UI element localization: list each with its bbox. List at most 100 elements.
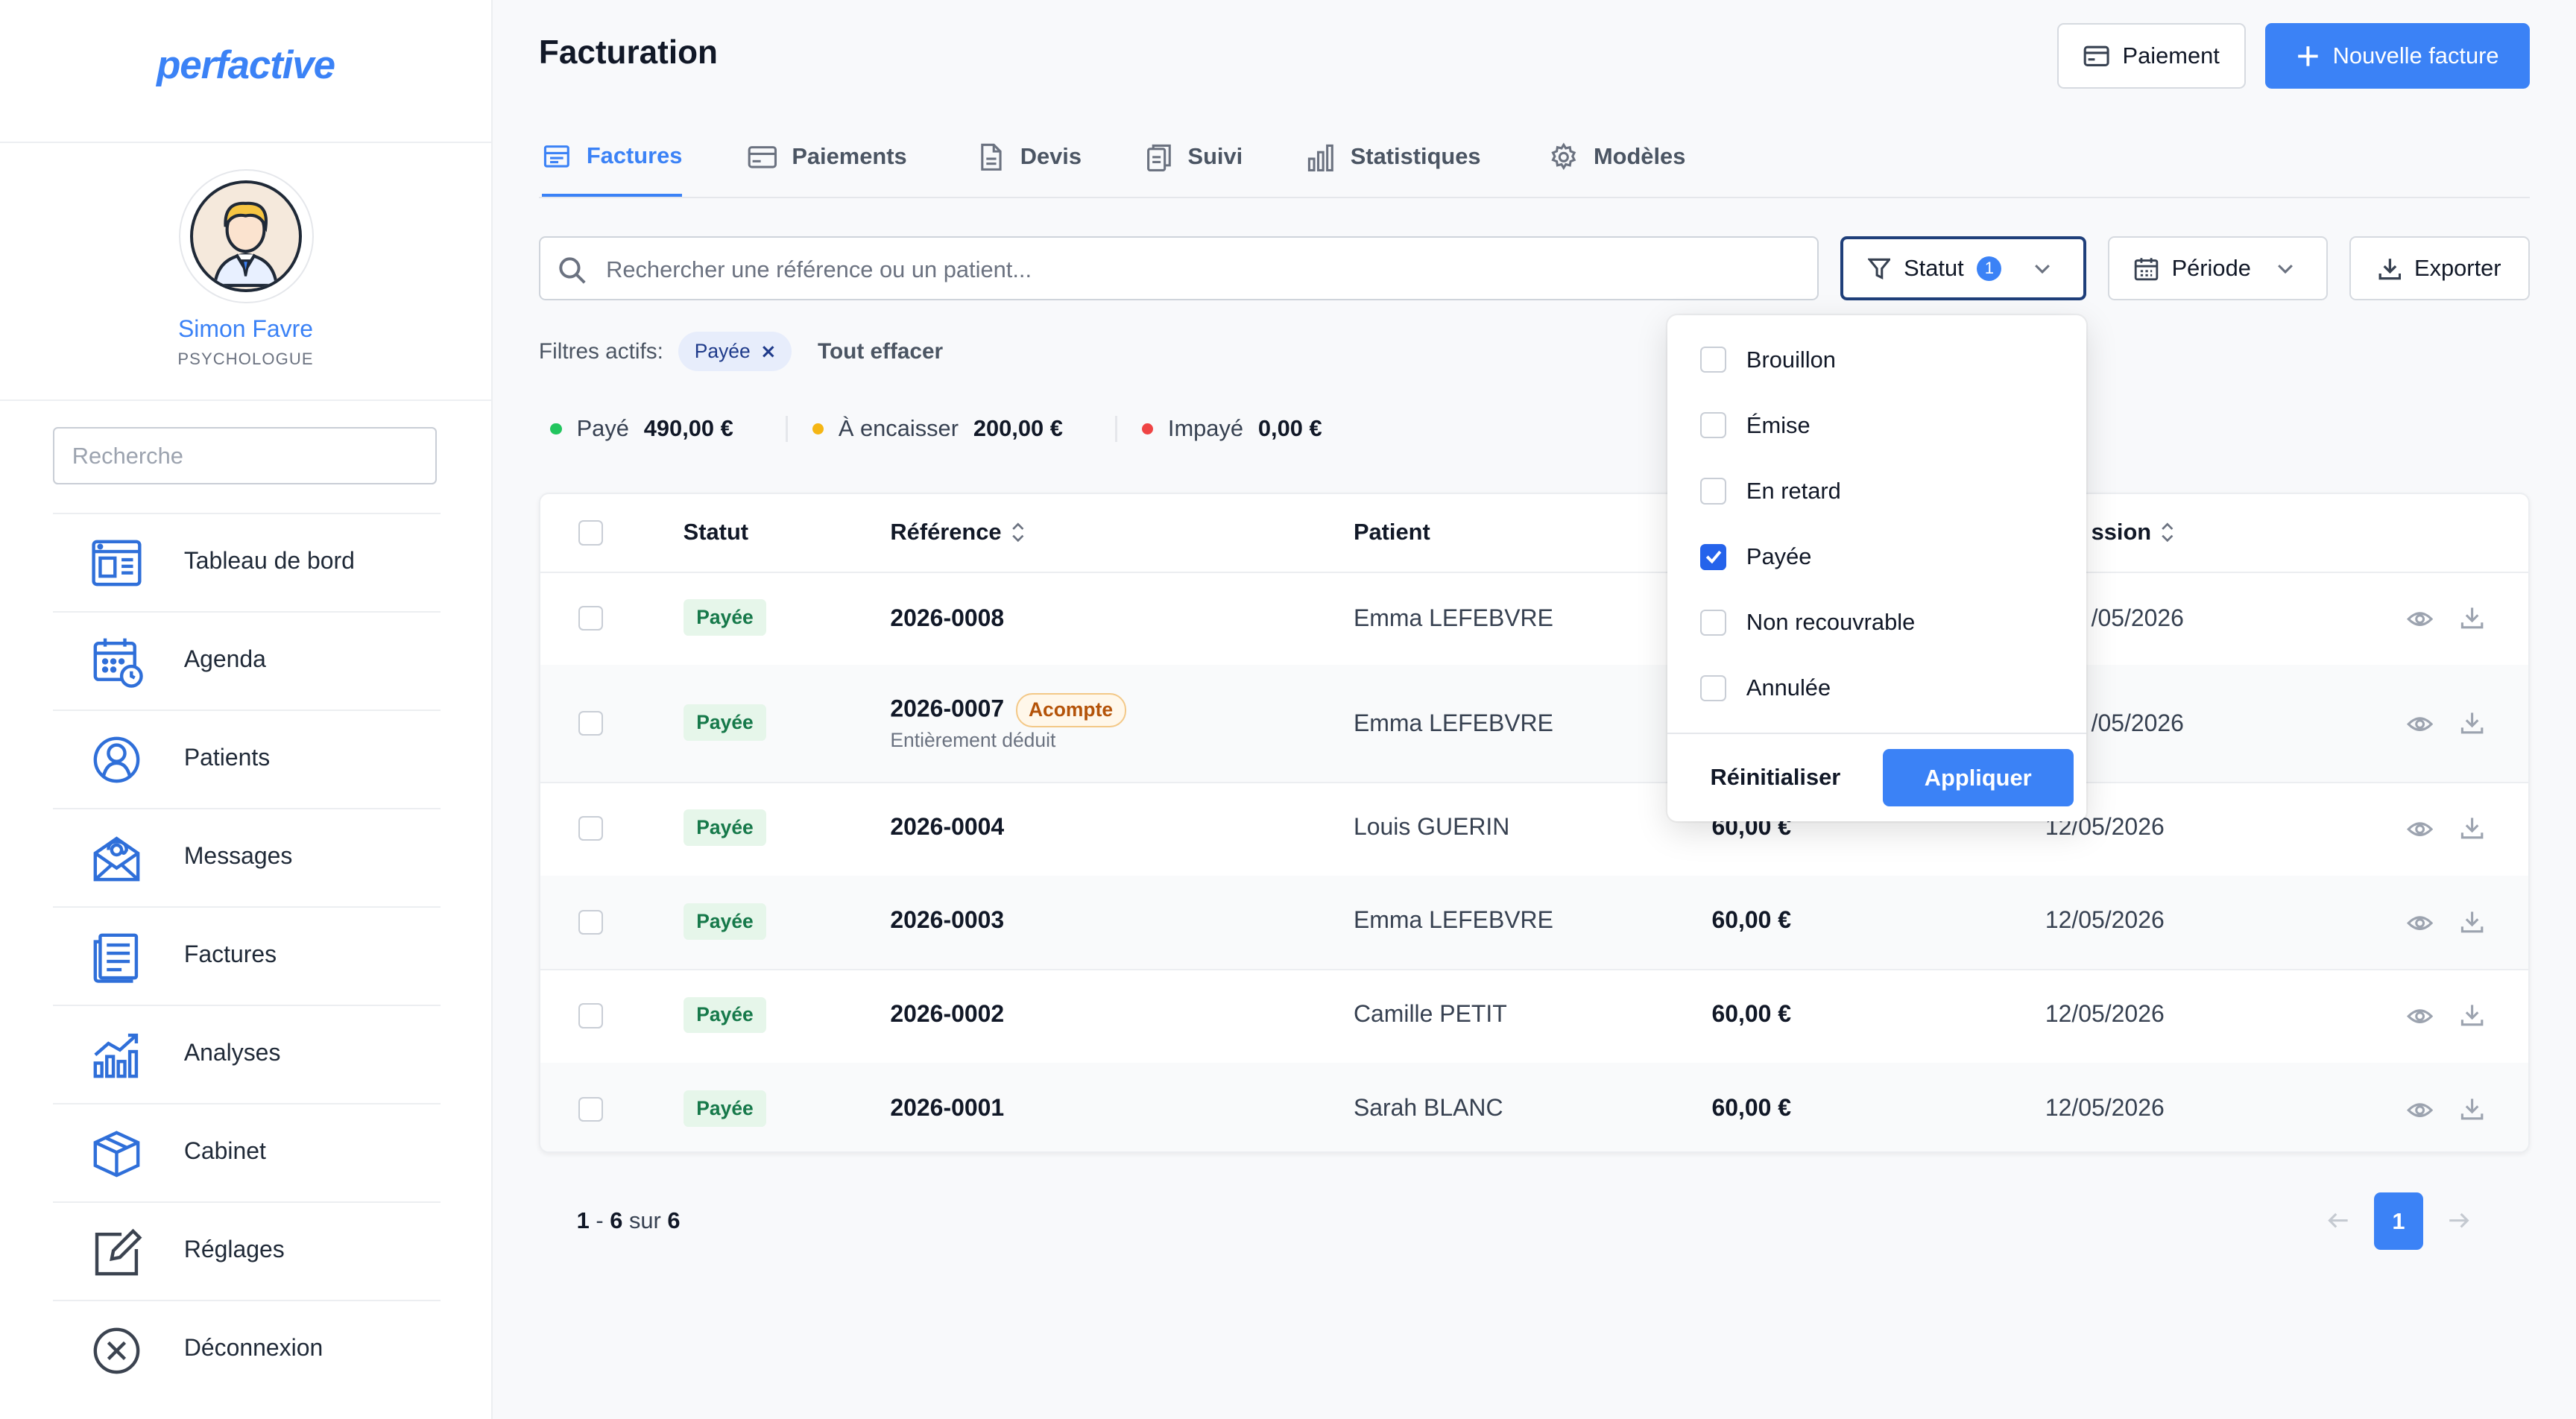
invoice-amount: 60,00 € [1711, 906, 1791, 934]
download-icon[interactable] [2459, 908, 2485, 935]
tab-label: Suivi [1187, 143, 1243, 170]
payment-summary: Payé 490,00 € À encaisser 200,00 € Impay… [550, 412, 1322, 445]
download-icon[interactable] [2459, 710, 2485, 736]
option-checkbox[interactable] [1700, 674, 1727, 702]
download-icon[interactable] [2459, 815, 2485, 841]
table-row[interactable]: Payée 2026-0002 Camille PETIT 60,00 € 12… [540, 969, 2529, 1064]
user-name[interactable]: Simon Favre [0, 315, 491, 343]
pagination-of: sur [628, 1207, 661, 1233]
option-checkbox-checked[interactable] [1700, 543, 1727, 570]
option-checkbox[interactable] [1700, 412, 1727, 439]
patient-name: Camille PETIT [1353, 1000, 1507, 1028]
tab-factures[interactable]: Factures [542, 118, 683, 197]
next-page-icon[interactable] [2448, 1207, 2471, 1233]
column-header-reference[interactable]: Référence [890, 519, 1024, 546]
table-row[interactable]: Payée 2026-0001 Sarah BLANC 60,00 € 12/0… [540, 1062, 2529, 1152]
previous-page-icon[interactable] [2326, 1207, 2349, 1233]
column-header-emission[interactable]: ssion [2092, 519, 2174, 546]
invoice-reference[interactable]: 2026-0003 [890, 906, 1004, 934]
sidebar-item-deconnexion[interactable]: Déconnexion [52, 1299, 441, 1398]
invoice-reference[interactable]: 2026-0001 [890, 1094, 1004, 1122]
payment-button[interactable]: Paiement [2056, 22, 2246, 89]
table-row[interactable]: Payée 2026-0007 Acompte Entièrement dédui… [540, 665, 2529, 783]
sidebar-search-input[interactable] [52, 427, 438, 485]
export-button[interactable]: Exporter [2349, 236, 2531, 301]
reset-button[interactable]: Réinitialiser [1710, 764, 1840, 791]
patient-name: Emma LEFEBVRE [1353, 709, 1553, 736]
avatar-illustration [190, 180, 303, 293]
clear-filters-button[interactable]: Tout effacer [818, 339, 943, 364]
tab-label: Factures [586, 142, 683, 169]
row-checkbox[interactable] [578, 606, 603, 631]
table-row[interactable]: Payée 2026-0008 Emma LEFEBVRE /05/2026 [540, 572, 2529, 667]
active-filters: Filtres actifs: Payée Tout effacer [539, 332, 943, 372]
option-checkbox[interactable] [1700, 478, 1727, 505]
sidebar-item-label: Messages [183, 841, 293, 869]
column-header-status[interactable]: Statut [684, 519, 748, 546]
invoice-reference[interactable]: 2026-0007 Acompte [890, 692, 1126, 727]
edit-icon [89, 1224, 145, 1280]
sidebar-item-analyses[interactable]: Analyses [52, 1004, 441, 1103]
sidebar-item-dashboard[interactable]: Tableau de bord [52, 512, 441, 611]
table-row[interactable]: Payée 2026-0004 Louis GUERIN 60,00 € 12/… [540, 782, 2529, 877]
invoice-reference[interactable]: 2026-0002 [890, 1000, 1004, 1028]
status-badge: Payée [683, 1090, 767, 1127]
row-checkbox[interactable] [578, 909, 603, 935]
row-checkbox[interactable] [578, 1003, 603, 1028]
tab-paiements[interactable]: Paiements [748, 118, 907, 196]
download-icon[interactable] [2459, 1002, 2485, 1028]
option-checkbox[interactable] [1700, 347, 1727, 373]
new-invoice-button[interactable]: Nouvelle facture [2265, 22, 2531, 89]
view-icon[interactable] [2406, 816, 2433, 842]
close-icon[interactable] [762, 345, 775, 358]
status-option-non-recouvrable[interactable]: Non recouvrable [1700, 606, 1915, 639]
status-option-emise[interactable]: Émise [1700, 409, 1811, 442]
summary-amount: 0,00 € [1257, 415, 1322, 442]
mail-at-icon [89, 830, 145, 886]
status-option-en-retard[interactable]: En retard [1700, 475, 1841, 508]
view-icon[interactable] [2406, 1003, 2433, 1029]
sidebar-item-patients[interactable]: Patients [52, 709, 441, 808]
download-icon[interactable] [2459, 1096, 2485, 1122]
option-checkbox[interactable] [1700, 609, 1727, 636]
sidebar-item-factures[interactable]: Factures [52, 906, 441, 1005]
select-all-checkbox[interactable] [578, 520, 603, 546]
status-option-annulee[interactable]: Annulée [1700, 671, 1831, 704]
status-filter-button[interactable]: Statut 1 [1840, 236, 2087, 301]
download-icon[interactable] [2459, 604, 2485, 631]
column-header-patient[interactable]: Patient [1354, 519, 1430, 546]
sidebar-item-reglages[interactable]: Réglages [52, 1201, 441, 1300]
logout-icon [89, 1323, 145, 1379]
sidebar-item-label: Réglages [183, 1235, 285, 1262]
tab-statistiques[interactable]: Statistiques [1306, 118, 1481, 196]
summary-amount: 200,00 € [973, 415, 1063, 442]
row-checkbox[interactable] [578, 1097, 603, 1122]
period-filter-button[interactable]: Période [2107, 236, 2329, 301]
status-option-brouillon[interactable]: Brouillon [1700, 344, 1836, 376]
avatar[interactable] [179, 169, 314, 304]
invoice-reference[interactable]: 2026-0004 [890, 813, 1004, 841]
row-checkbox[interactable] [578, 711, 603, 736]
pagination-summary: 1 - 6 sur 6 [577, 1207, 681, 1234]
row-checkbox[interactable] [578, 816, 603, 841]
page-button-1[interactable]: 1 [2373, 1192, 2424, 1251]
invoice-reference[interactable]: 2026-0008 [890, 604, 1004, 632]
apply-button[interactable]: Appliquer [1882, 749, 2074, 807]
view-icon[interactable] [2406, 1097, 2433, 1123]
status-option-payee[interactable]: Payée [1700, 540, 1811, 573]
view-icon[interactable] [2406, 910, 2433, 936]
sidebar-item-messages[interactable]: Messages [52, 807, 441, 906]
tab-modeles[interactable]: Modèles [1549, 118, 1685, 196]
tab-suivi[interactable]: Suivi [1143, 118, 1243, 196]
brand-logo[interactable]: perfactive [0, 42, 491, 88]
filter-chip-payee[interactable]: Payée [678, 332, 792, 372]
invoice-search-input[interactable] [602, 238, 1793, 303]
tab-devis[interactable]: Devis [976, 118, 1082, 196]
sidebar-item-cabinet[interactable]: Cabinet [52, 1102, 441, 1201]
table-row[interactable]: Payée 2026-0003 Emma LEFEBVRE 60,00 € 12… [540, 875, 2529, 971]
check-icon [1705, 551, 1722, 563]
pagination-to: 6 [610, 1207, 623, 1233]
view-icon[interactable] [2406, 711, 2433, 737]
view-icon[interactable] [2406, 606, 2433, 632]
sidebar-item-agenda[interactable]: Agenda [52, 610, 441, 710]
